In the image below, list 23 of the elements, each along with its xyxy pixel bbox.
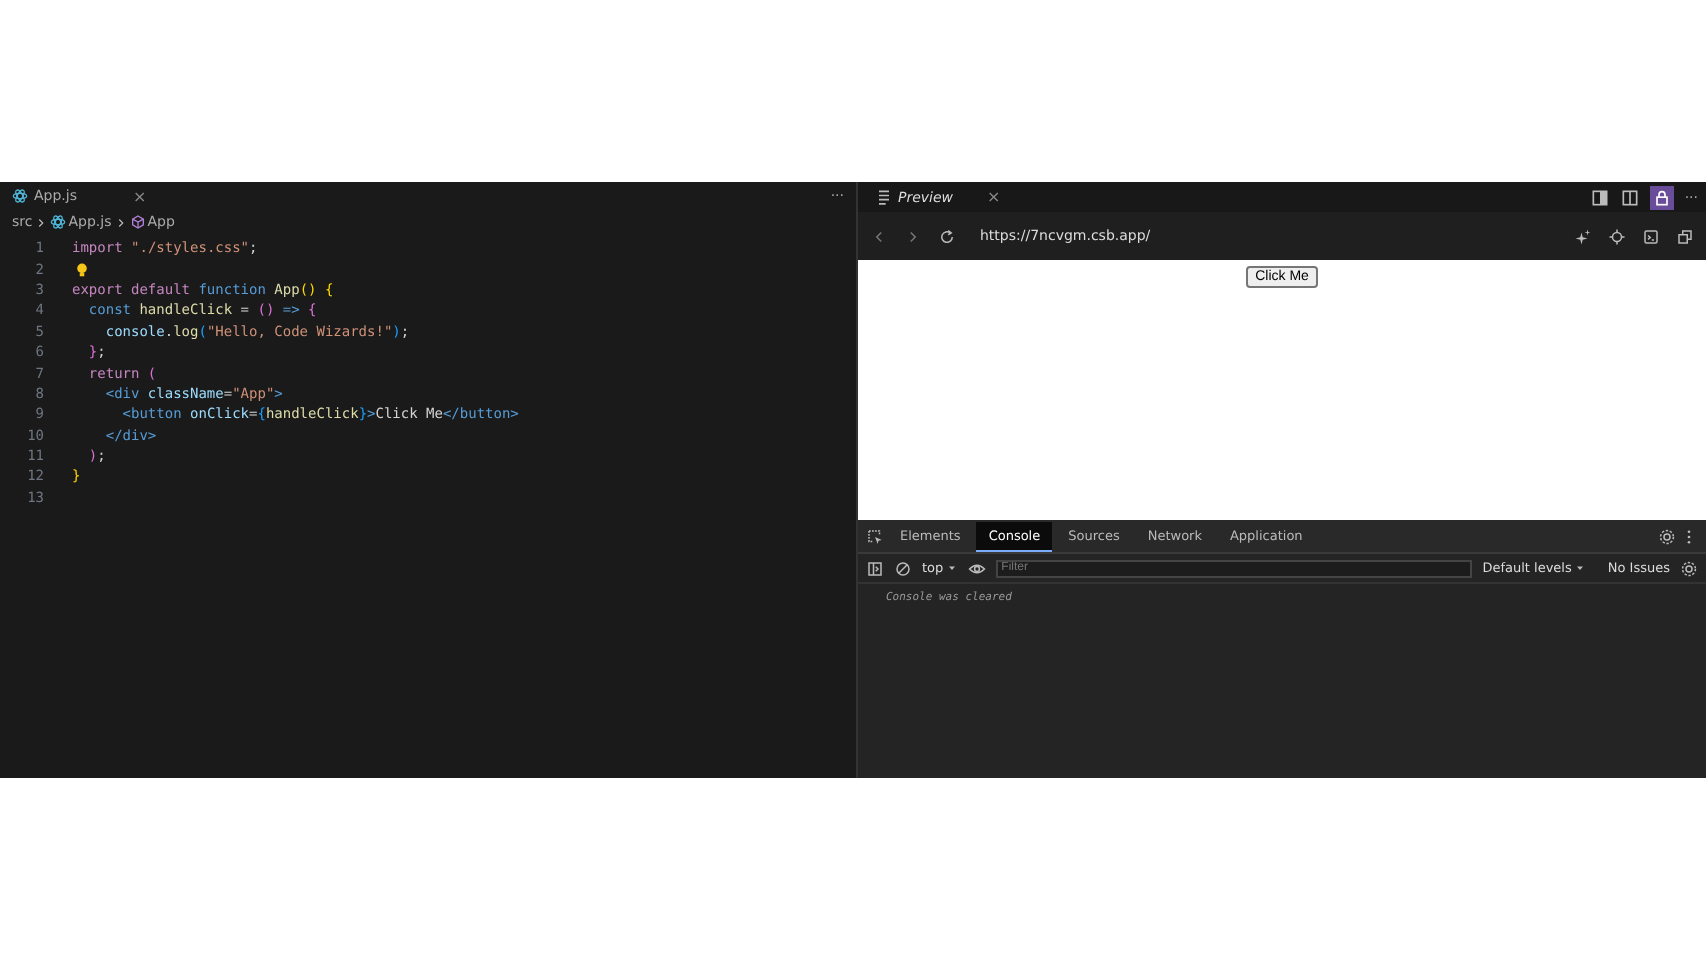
- reload-icon[interactable]: [938, 227, 956, 245]
- split-icon[interactable]: [1620, 187, 1641, 207]
- component-icon: [129, 214, 146, 230]
- chevron-icon: [34, 215, 49, 229]
- react-icon: [12, 188, 28, 204]
- lightbulb-icon[interactable]: [74, 261, 90, 278]
- panel-icon[interactable]: [1590, 187, 1611, 207]
- document-icon: [874, 187, 894, 207]
- sidebar-icon[interactable]: [866, 559, 884, 577]
- target-icon[interactable]: [1608, 227, 1626, 245]
- chevron-icon: [113, 215, 128, 229]
- caret-icon: [1573, 562, 1586, 574]
- lock-icon[interactable]: [1650, 185, 1675, 209]
- sparkle-icon[interactable]: [1574, 227, 1592, 245]
- eye-icon[interactable]: [967, 559, 986, 577]
- react-icon: [50, 214, 67, 230]
- close-button[interactable]: ×: [133, 187, 147, 205]
- caret-icon: [945, 562, 958, 574]
- windows-icon[interactable]: [1676, 227, 1694, 245]
- clear-icon[interactable]: [894, 559, 912, 577]
- terminal-icon[interactable]: [1642, 227, 1660, 245]
- inspect-icon[interactable]: [866, 527, 884, 545]
- close-button[interactable]: ×: [987, 188, 1001, 206]
